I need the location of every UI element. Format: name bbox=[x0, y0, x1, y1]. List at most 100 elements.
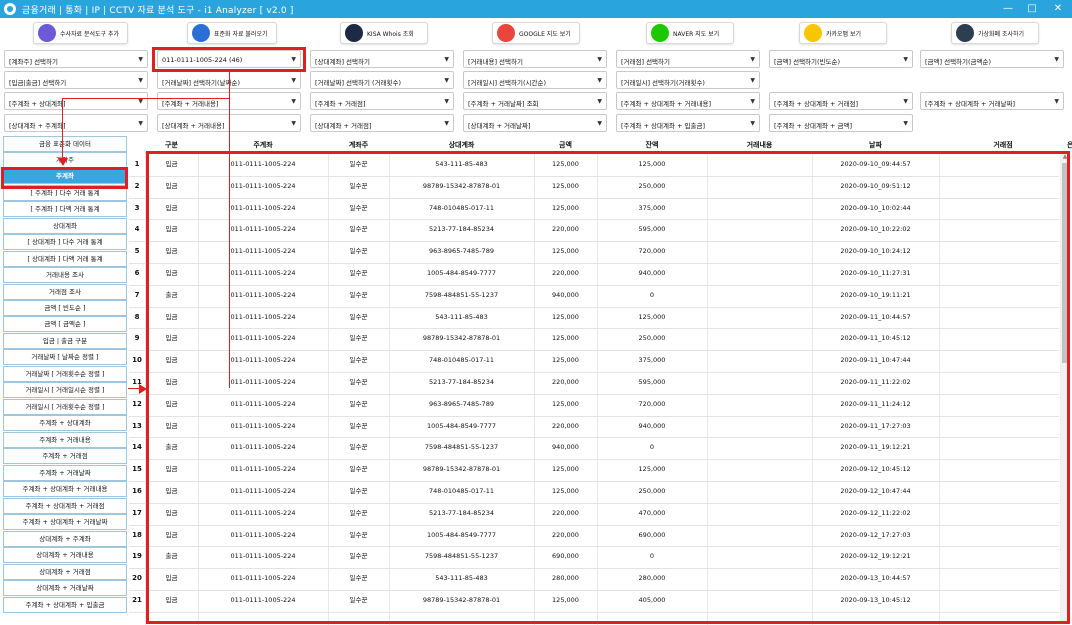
column-header[interactable]: 주계좌 bbox=[198, 137, 328, 153]
table-cell[interactable]: 125,000 bbox=[534, 198, 597, 219]
datetime-sort-select[interactable]: [거래일시] 선택하기(시간순) ▼ bbox=[463, 71, 607, 89]
table-cell[interactable] bbox=[707, 328, 812, 349]
table-cell[interactable]: 2020-09-11_19:12:21 bbox=[812, 437, 939, 458]
table-cell[interactable]: 일수꾼 bbox=[328, 328, 389, 349]
side-menu-item[interactable]: 상대계좌 + 주계좌 bbox=[3, 531, 127, 547]
table-cell[interactable]: 720,000 bbox=[597, 394, 707, 415]
side-menu-item[interactable]: 상대계좌 + 거래날짜 bbox=[3, 580, 127, 596]
date-count-select[interactable]: [거래날짜] 선택하기 (거래횟수) ▼ bbox=[310, 71, 454, 89]
table-cell[interactable]: 일수꾼 bbox=[328, 350, 389, 371]
table-cell[interactable]: 출금 bbox=[145, 546, 198, 567]
table-cell[interactable]: 250,000 bbox=[597, 176, 707, 197]
table-cell[interactable]: 011-0111-1005-224 bbox=[198, 176, 328, 197]
row-number[interactable]: 6 bbox=[129, 263, 145, 284]
table-cell[interactable]: 595,000 bbox=[597, 219, 707, 240]
table-cell[interactable]: 220,000 bbox=[534, 416, 597, 437]
table-cell[interactable]: 1005-484-8549-7777 bbox=[389, 263, 534, 284]
table-cell[interactable] bbox=[939, 307, 1067, 328]
side-menu-item[interactable]: 거래날짜 [ 날짜순 정렬 ] bbox=[3, 349, 127, 365]
table-cell[interactable]: 2020-09-10_10:22:02 bbox=[812, 219, 939, 240]
table-cell[interactable] bbox=[707, 503, 812, 524]
table-cell[interactable]: 011-0111-1005-224 bbox=[198, 503, 328, 524]
table-cell[interactable]: 963-8965-7485-789 bbox=[389, 394, 534, 415]
row-number[interactable]: 17 bbox=[129, 503, 145, 524]
side-menu-item[interactable]: [ 주계좌 ] 다액 거래 통계 bbox=[3, 201, 127, 217]
row-number[interactable]: 10 bbox=[129, 350, 145, 371]
table-cell[interactable]: 2020-09-10_09:51:12 bbox=[812, 176, 939, 197]
minimize-button[interactable]: — bbox=[996, 0, 1020, 18]
table-cell[interactable]: 입금 bbox=[145, 176, 198, 197]
table-cell[interactable]: 2020-09-10_10:02:44 bbox=[812, 198, 939, 219]
table-cell[interactable]: 543-111-85-483 bbox=[389, 307, 534, 328]
table-cell[interactable]: 220,000 bbox=[534, 263, 597, 284]
table-cell[interactable] bbox=[707, 350, 812, 371]
row-number[interactable]: 18 bbox=[129, 525, 145, 546]
table-cell[interactable]: 940,000 bbox=[597, 416, 707, 437]
table-cell[interactable]: 일수꾼 bbox=[328, 416, 389, 437]
table-cell[interactable]: 일수꾼 bbox=[328, 481, 389, 502]
table-cell[interactable]: 일수꾼 bbox=[328, 394, 389, 415]
row-number[interactable]: 19 bbox=[129, 546, 145, 567]
table-cell[interactable]: 7598-484851-55-1237 bbox=[389, 546, 534, 567]
table-cell[interactable] bbox=[939, 176, 1067, 197]
table-cell[interactable]: 011-0111-1005-224 bbox=[198, 241, 328, 262]
table-cell[interactable]: 125,000 bbox=[534, 590, 597, 611]
table-cell[interactable]: 375,000 bbox=[597, 350, 707, 371]
table-cell[interactable]: 011-0111-1005-224 bbox=[198, 525, 328, 546]
table-cell[interactable]: 2020-09-11_10:47:44 bbox=[812, 350, 939, 371]
table-cell[interactable]: 125,000 bbox=[534, 350, 597, 371]
table-cell[interactable]: 250,000 bbox=[597, 328, 707, 349]
counter-account-select[interactable]: [상대계좌] 선택하기 ▼ bbox=[310, 50, 454, 68]
side-menu-item[interactable]: 상대계좌 bbox=[3, 218, 127, 234]
table-cell[interactable]: 125,000 bbox=[534, 154, 597, 175]
table-cell[interactable]: 2020-09-12_10:47:44 bbox=[812, 481, 939, 502]
side-menu-item[interactable]: 거래일시 [ 거래일시순 정렬 ] bbox=[3, 382, 127, 398]
table-cell[interactable] bbox=[707, 481, 812, 502]
table-cell[interactable] bbox=[939, 459, 1067, 480]
table-cell[interactable]: 470,000 bbox=[597, 503, 707, 524]
table-cell[interactable]: 일수꾼 bbox=[328, 546, 389, 567]
table-cell[interactable]: 011-0111-1005-224 bbox=[198, 219, 328, 240]
table-cell[interactable]: 0 bbox=[597, 546, 707, 567]
transaction-content-select[interactable]: [거래내용] 선택하기 ▼ bbox=[463, 50, 607, 68]
deposit-withdraw-select[interactable]: [입금|출금] 선택하기 ▼ bbox=[4, 71, 148, 89]
column-header[interactable]: 계좌주 bbox=[328, 137, 389, 153]
side-menu-item[interactable]: 주계좌 + 상대계좌 bbox=[3, 415, 127, 431]
kakao-map-button[interactable]: 카카오맵 보기 bbox=[799, 22, 887, 44]
table-cell[interactable] bbox=[939, 285, 1067, 306]
counter-content-select[interactable]: [상대계좌 + 거래내용] ▼ bbox=[157, 114, 301, 132]
table-cell[interactable]: 011-0111-1005-224 bbox=[198, 154, 328, 175]
table-cell[interactable]: 입금 bbox=[145, 198, 198, 219]
table-cell[interactable]: 일수꾼 bbox=[328, 219, 389, 240]
table-cell[interactable]: 입금 bbox=[145, 503, 198, 524]
table-cell[interactable]: 940,000 bbox=[597, 263, 707, 284]
table-cell[interactable]: 543-111-85-483 bbox=[389, 154, 534, 175]
table-cell[interactable]: 출금 bbox=[145, 437, 198, 458]
table-cell[interactable]: 2020-09-12_17:27:03 bbox=[812, 525, 939, 546]
table-cell[interactable]: 125,000 bbox=[534, 481, 597, 502]
side-menu-item[interactable]: 주계좌 + 상대계좌 + 거래내용 bbox=[3, 481, 127, 497]
side-menu-item[interactable]: 주계좌 + 상대계좌 + 입출금 bbox=[3, 597, 127, 613]
column-header[interactable]: 날짜 bbox=[812, 137, 939, 153]
table-cell[interactable]: 일수꾼 bbox=[328, 459, 389, 480]
table-cell[interactable] bbox=[939, 568, 1067, 589]
naver-map-button[interactable]: NAVER 지도 보기 bbox=[646, 22, 734, 44]
table-cell[interactable] bbox=[707, 394, 812, 415]
row-number[interactable]: 20 bbox=[129, 568, 145, 589]
row-number[interactable]: 21 bbox=[129, 590, 145, 611]
table-cell[interactable]: 일수꾼 bbox=[328, 263, 389, 284]
table-cell[interactable]: 출금 bbox=[145, 285, 198, 306]
table-cell[interactable]: 125,000 bbox=[597, 154, 707, 175]
table-cell[interactable]: 125,000 bbox=[534, 307, 597, 328]
row-number[interactable]: 11 bbox=[129, 372, 145, 393]
table-cell[interactable] bbox=[707, 590, 812, 611]
row-number[interactable]: 13 bbox=[129, 416, 145, 437]
table-cell[interactable]: 입금 bbox=[145, 372, 198, 393]
table-cell[interactable]: 일수꾼 bbox=[328, 568, 389, 589]
main-counter-content-select[interactable]: [주계좌 + 상대계좌 + 거래내용] ▼ bbox=[616, 92, 760, 110]
column-header[interactable]: 구분 bbox=[145, 137, 198, 153]
table-cell[interactable]: 98789-15342-87878-01 bbox=[389, 328, 534, 349]
table-cell[interactable] bbox=[707, 437, 812, 458]
table-cell[interactable]: 입금 bbox=[145, 481, 198, 502]
table-cell[interactable] bbox=[707, 416, 812, 437]
